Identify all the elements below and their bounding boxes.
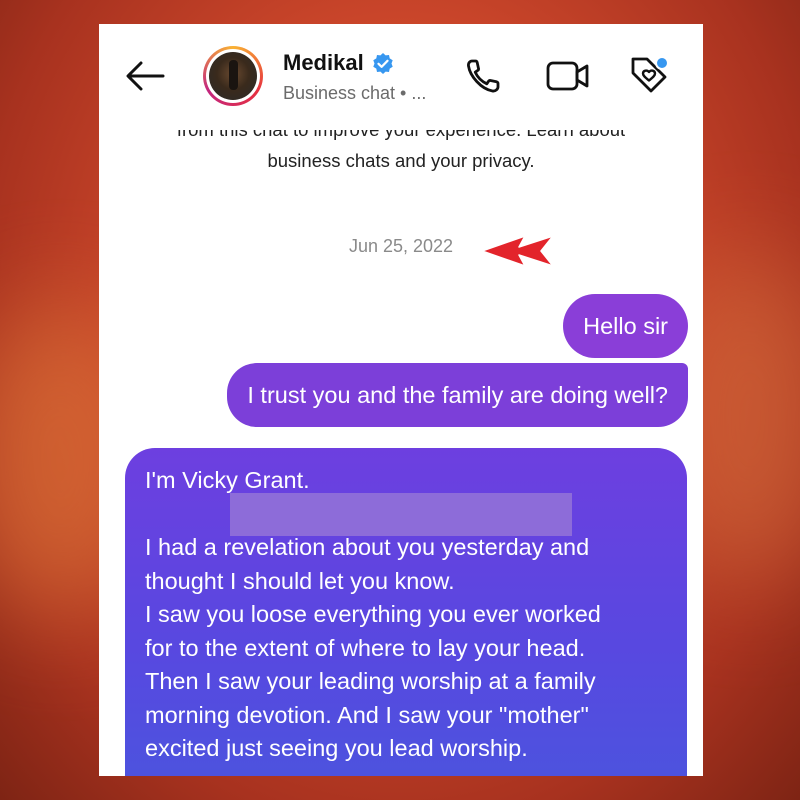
message-line: morning devotion. And I saw your "mother… — [145, 701, 589, 728]
message-line: Then I saw your leading worship at a fam… — [145, 668, 596, 694]
chat-header: Medikal Business chat • ... — [99, 24, 703, 130]
avatar-photo — [209, 52, 257, 100]
message-text: I trust you and the family are doing wel… — [247, 382, 668, 408]
message-bubble-sent[interactable]: Hello sir — [563, 294, 688, 358]
message-line: thought I should let you know. — [145, 567, 455, 594]
contact-name[interactable]: Medikal — [283, 50, 364, 76]
redaction-box — [230, 493, 572, 536]
back-arrow-icon[interactable] — [125, 60, 165, 92]
message-line: excited just seeing you lead worship. — [145, 735, 528, 761]
video-camera-icon[interactable] — [546, 60, 590, 92]
avatar[interactable] — [203, 46, 263, 106]
message-line: I saw you loose everything you ever work… — [145, 601, 601, 627]
chat-screen: Medikal Business chat • ... from this ch… — [99, 24, 703, 776]
message-text: Hello sir — [583, 313, 668, 339]
phone-call-icon[interactable] — [463, 56, 503, 96]
red-pointer-arrow-icon — [481, 235, 554, 267]
tag-heart-icon[interactable] — [627, 54, 671, 98]
date-stamp: Jun 25, 2022 — [348, 236, 454, 256]
privacy-link[interactable]: business chats and your privacy. — [99, 145, 703, 176]
message-line: for to the extent of where to lay your h… — [145, 634, 586, 661]
verified-badge-icon — [373, 53, 393, 74]
message-line: I had a revelation about you yesterday a… — [145, 534, 590, 560]
message-bubble-sent[interactable]: I trust you and the family are doing wel… — [227, 363, 688, 427]
contact-subtitle[interactable]: Business chat • ... — [283, 83, 426, 104]
